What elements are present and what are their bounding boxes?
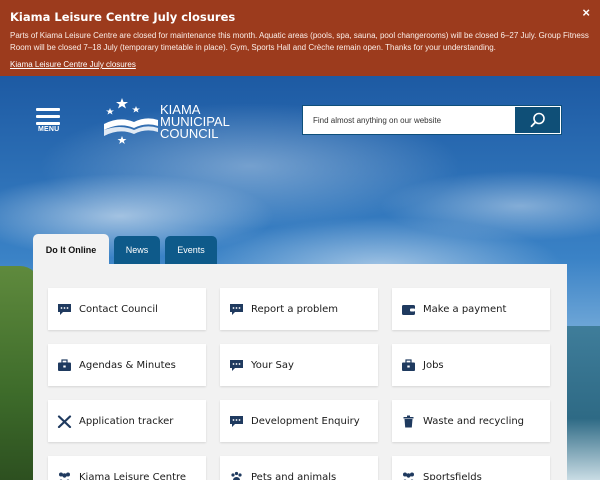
tile-label: Contact Council (79, 303, 158, 315)
tile-label: Report a problem (251, 303, 339, 315)
briefcase-icon (401, 358, 416, 372)
logo-text: KIAMA MUNICIPAL COUNCIL (160, 103, 230, 141)
tab-news[interactable]: News (114, 236, 160, 264)
tile-label: Pets and animals (251, 471, 337, 480)
alert-link[interactable]: Kiama Leisure Centre July closures (10, 60, 136, 69)
search-bar (302, 105, 562, 135)
tile-label: Development Enquiry (251, 415, 360, 427)
tile-jobs[interactable]: Jobs (392, 344, 550, 386)
people-icon (57, 471, 72, 480)
speech-bubble-icon (229, 303, 244, 316)
do-it-online-panel: Contact Council Report a problem Make a pa… (33, 264, 567, 480)
tile-label: Kiama Leisure Centre (79, 471, 187, 480)
search-input[interactable] (303, 106, 515, 134)
speech-bubble-icon (57, 303, 72, 316)
search-button[interactable] (514, 106, 561, 134)
tile-your-say[interactable]: Your Say (220, 344, 378, 386)
tile-kiama-leisure-centre[interactable]: Kiama Leisure Centre (48, 456, 206, 480)
trash-icon (401, 415, 416, 428)
tile-report-a-problem[interactable]: Report a problem (220, 288, 378, 330)
tile-label: Sportsfields (423, 471, 482, 480)
people-icon (401, 471, 416, 480)
alert-title: Kiama Leisure Centre July closures (10, 10, 236, 24)
close-icon[interactable]: × (582, 6, 590, 20)
tab-do-it-online[interactable]: Do It Online (33, 234, 109, 265)
tile-label: Make a payment (423, 303, 507, 315)
council-logo-icon[interactable] (100, 96, 160, 146)
tile-agendas-minutes[interactable]: Agendas & Minutes (48, 344, 206, 386)
tile-label: Waste and recycling (423, 415, 525, 427)
tile-make-a-payment[interactable]: Make a payment (392, 288, 550, 330)
wallet-icon (401, 303, 416, 316)
tile-application-tracker[interactable]: Application tracker (48, 400, 206, 442)
tile-contact-council[interactable]: Contact Council (48, 288, 206, 330)
tile-development-enquiry[interactable]: Development Enquiry (220, 400, 378, 442)
menu-label: MENU (38, 126, 60, 133)
hamburger-icon (36, 108, 60, 111)
tile-sportsfields[interactable]: Sportsfields (392, 456, 550, 480)
alert-banner: Kiama Leisure Centre July closures Parts… (0, 0, 600, 76)
tools-icon (57, 414, 72, 428)
hamburger-bar (36, 122, 60, 125)
tile-label: Your Say (251, 359, 294, 371)
briefcase-icon (57, 358, 72, 372)
paw-icon (229, 471, 244, 480)
logo-line: COUNCIL (160, 126, 219, 141)
tile-label: Application tracker (79, 415, 174, 427)
tile-label: Jobs (423, 359, 444, 371)
tile-pets-and-animals[interactable]: Pets and animals (220, 456, 378, 480)
speech-bubble-icon (229, 359, 244, 372)
speech-bubble-icon (229, 415, 244, 428)
hamburger-bar (36, 115, 60, 118)
tab-events[interactable]: Events (165, 236, 217, 264)
tile-waste-and-recycling[interactable]: Waste and recycling (392, 400, 550, 442)
search-icon (530, 112, 545, 128)
tile-label: Agendas & Minutes (79, 359, 176, 371)
alert-body: Parts of Kiama Leisure Centre are closed… (10, 31, 589, 52)
